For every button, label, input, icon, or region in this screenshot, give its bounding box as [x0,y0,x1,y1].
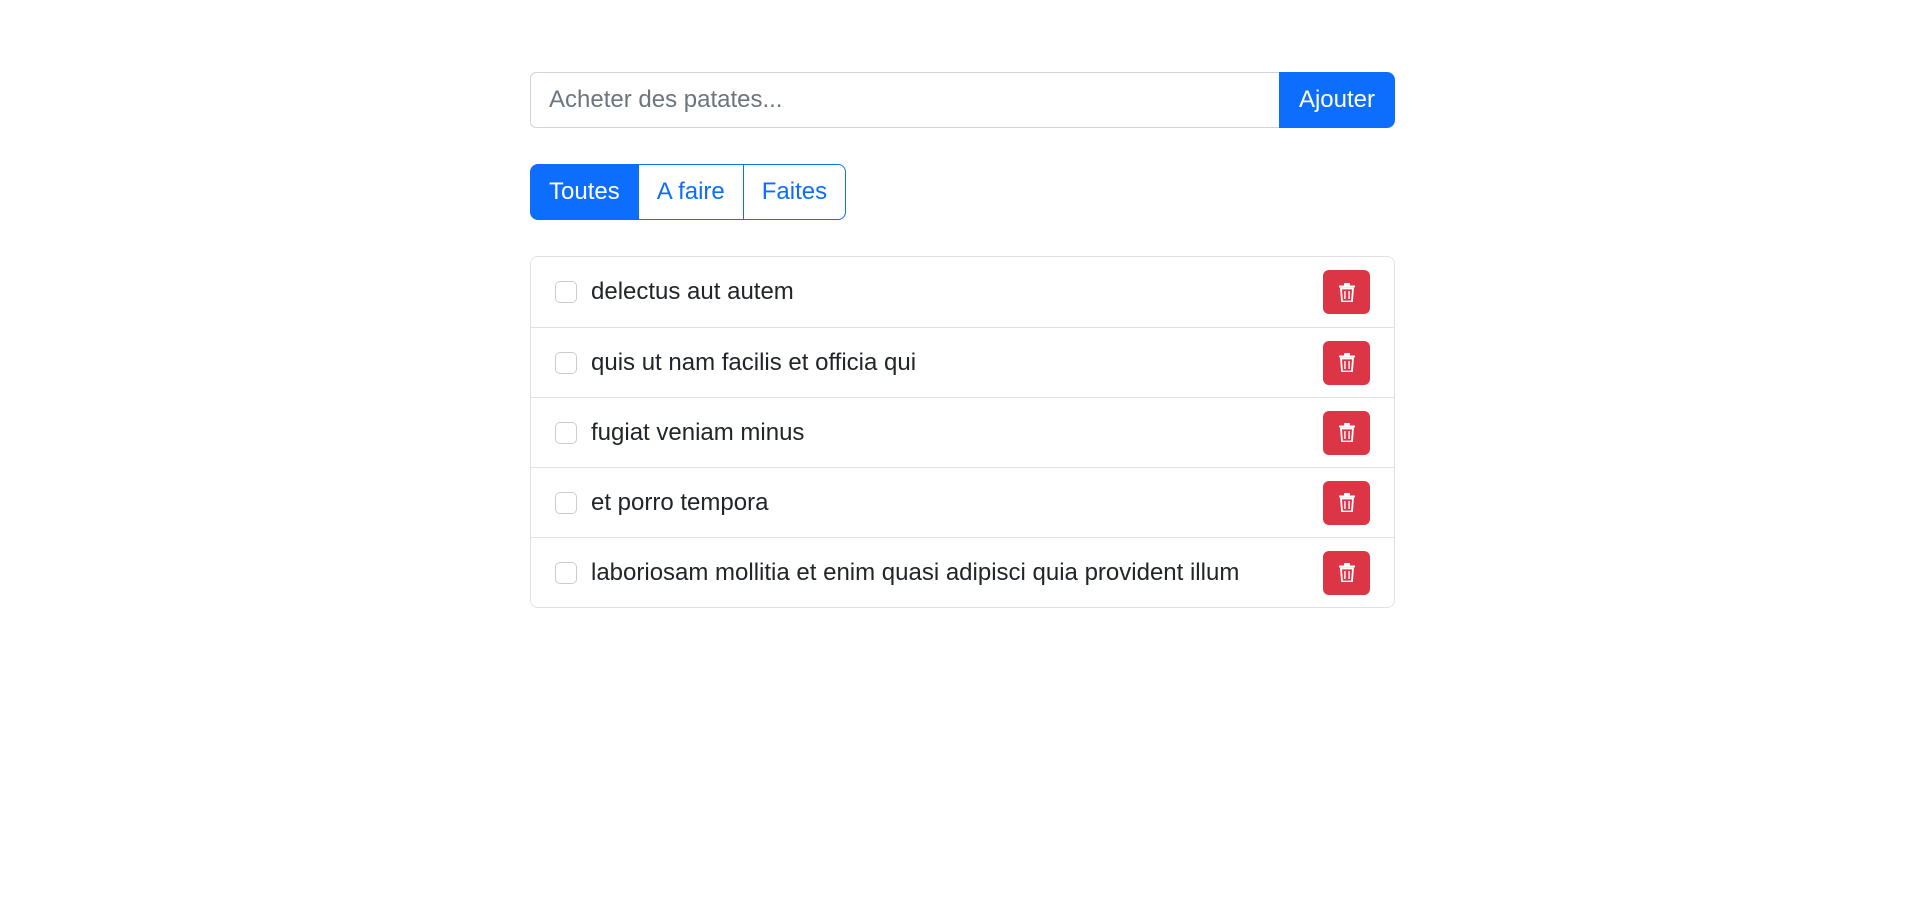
todo-checkbox[interactable] [555,491,577,514]
todo-list: delectus aut autem quis ut nam facilis e… [530,256,1395,608]
todo-label: laboriosam mollitia et enim quasi adipis… [591,558,1240,586]
trash-icon [1338,423,1355,442]
todo-item: delectus aut autem [531,257,1394,327]
filter-done-button[interactable]: Faites [742,164,847,220]
todo-label: quis ut nam facilis et officia qui [591,348,917,376]
todo-item: quis ut nam facilis et officia qui [531,327,1394,397]
trash-icon [1338,282,1355,302]
add-button[interactable]: Ajouter [1279,72,1395,128]
filter-todo-button[interactable]: A faire [637,164,744,220]
delete-todo-button[interactable] [1323,550,1370,595]
todo-checkbox[interactable] [555,421,577,444]
todo-label: delectus aut autem [591,278,794,305]
delete-todo-button[interactable] [1323,410,1370,455]
todo-label: fugiat veniam minus [591,418,805,446]
todo-label: et porro tempora [591,488,769,516]
delete-todo-button[interactable] [1323,340,1370,385]
todo-checkbox[interactable] [555,281,577,303]
new-todo-input[interactable] [530,72,1279,128]
todo-item: fugiat veniam minus [531,397,1394,467]
delete-todo-button[interactable] [1323,270,1370,314]
filter-all-button[interactable]: Toutes [530,164,639,220]
todo-item: laboriosam mollitia et enim quasi adipis… [531,537,1394,607]
todo-item: et porro tempora [531,467,1394,537]
trash-icon [1338,493,1355,512]
trash-icon [1338,353,1355,372]
filter-button-group: Toutes A faire Faites [530,164,847,220]
todo-app: Ajouter Toutes A faire Faites delectus a… [530,72,1395,608]
trash-icon [1338,563,1355,582]
add-todo-form: Ajouter [530,72,1395,128]
todo-checkbox[interactable] [555,351,577,374]
todo-checkbox[interactable] [555,561,577,584]
delete-todo-button[interactable] [1323,480,1370,525]
